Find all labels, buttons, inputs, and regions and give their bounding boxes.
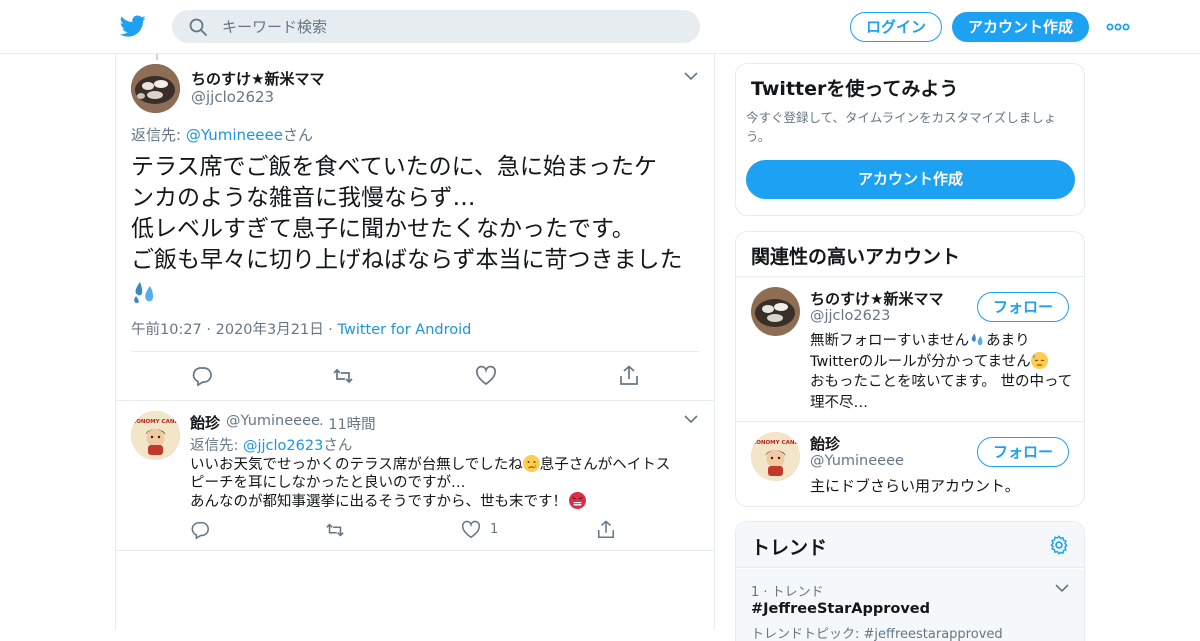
related-accounts-title: 関連性の高いアカウント [751,246,961,268]
divider [116,550,714,551]
reply-context: 返信先: @jjclo2623さん [190,434,352,455]
avatar[interactable] [131,64,180,113]
tweet-timestamp[interactable]: 午前10:27 · 2020年3月21日 · [131,322,338,338]
sweat-drops-emoji [131,276,711,307]
tweet-text: いいお天気でせっかくのテラス席が台無しでしたね 息子さんがヘイトス ピーチを耳にし… [190,455,710,511]
like-heart-icon[interactable] [475,365,497,387]
avatar-image [131,64,180,113]
trends-title: トレンド [751,537,828,559]
reply-context: 返信先: @Yumineeeeさん [131,124,313,145]
avatar[interactable]: ECONOMY CANDY [751,432,800,481]
avatar-image: ECONOMY CANDY [751,432,800,481]
signup-card: Twitterを使ってみよう 今すぐ登録して、タイムラインをカスタマイズしましょ… [735,63,1085,216]
author-handle[interactable]: @Yumineeee [226,413,320,429]
tweet-time[interactable]: · 11時間 [319,413,376,434]
reply-icon[interactable] [190,520,210,540]
timeline-column: ちのすけ★新米ママ @jjclo2623 返信先: @Yumineeeeさん テ… [115,54,715,630]
tweet-line: ご飯も早々に切り上げねばならず本当に苛つきました [131,247,683,273]
thread-connector [156,54,158,60]
trends-header: トレンド [736,522,1084,568]
like-count: 1 [490,522,499,537]
follow-button[interactable]: フォロー [977,292,1069,322]
divider [736,276,1084,277]
follow-button[interactable]: フォロー [977,437,1069,467]
account-bio: 無断フォローすいません あまり Twitterのルールが分かってません おもったこ… [810,331,1075,413]
reply-to-link[interactable]: @jjclo2623 [243,438,323,454]
search-bar [172,10,700,43]
trend-name[interactable]: #JeffreeStarApproved [751,601,930,617]
share-icon[interactable] [618,365,640,387]
tweet-line: ピーチを耳にしなかったと良いのですが… [190,475,466,491]
divider [131,351,699,352]
login-button[interactable]: ログイン [850,12,942,42]
tweet-source-link[interactable]: Twitter for Android [338,322,472,338]
avatar[interactable]: ECONOMY CANDY [131,411,180,460]
avatar-image: ECONOMY CANDY [131,411,180,460]
share-icon[interactable] [596,520,616,540]
tweet-line: テラス席でご飯を食べていたのに、急に始まったケ [131,154,658,180]
tweet-line: ンカのような雑音に我慢ならず… [131,185,476,211]
account-name[interactable]: 飴珍 [810,433,840,454]
reply-prefix: 返信先: [131,126,186,144]
account-name[interactable]: ちのすけ★新米ママ [810,288,943,309]
reply-prefix: 返信先: [190,438,243,454]
avatar-image [751,287,800,336]
tweet-line: いいお天気でせっかくのテラス席が台無しでしたね 息子さんがヘイトス [190,455,671,473]
reply-icon[interactable] [191,365,213,387]
chevron-down-icon[interactable] [684,414,698,424]
downcast-sweat-face-emoji [1030,351,1048,369]
account-handle[interactable]: @Yumineeee [810,453,904,469]
author-handle[interactable]: @jjclo2623 [191,88,274,106]
gear-icon[interactable] [1048,534,1070,556]
author-name[interactable]: ちのすけ★新米ママ [191,68,324,89]
avatar[interactable] [751,287,800,336]
trend-topic: トレンドトピック: #jeffreestarapproved [751,627,1003,641]
reply-to-link[interactable]: @Yumineeee [186,126,283,144]
tweet-meta: 午前10:27 · 2020年3月21日 · Twitter for Andro… [131,318,471,339]
related-accounts-card: 関連性の高いアカウント ちのすけ★新米ママ @jjclo2623 フォロー 無断… [735,231,1085,507]
reply-suffix: さん [323,438,353,454]
signup-button[interactable]: アカウント作成 [952,12,1089,42]
more-options-icon[interactable] [1106,18,1130,36]
bio-line: 無断フォローすいません あまり [810,333,1030,349]
search-icon [189,18,207,36]
chevron-down-icon[interactable] [684,71,698,81]
like-heart-icon[interactable] [461,520,481,540]
avatar-logo-text: ECONOMY CANDY [751,440,800,446]
twitter-bird-icon[interactable] [120,13,146,39]
bio-line: Twitterのルールが分かってません [810,351,1075,373]
bio-line: おもったことを呟いてます。 世の中って理不尽… [810,374,1073,411]
trends-card: トレンド 1 · トレンド #JeffreeStarApproved トレンドト… [735,521,1085,641]
angry-face-emoji [569,492,586,509]
tweet-line: 低レベルすぎて息子に聞かせたくなかったです。 [131,216,635,242]
trend-rank: 1 · トレンド [751,585,824,600]
chevron-down-icon[interactable] [1055,583,1069,593]
crying-face-emoji [522,455,540,472]
signup-card-button[interactable]: アカウント作成 [746,160,1075,199]
retweet-icon[interactable] [332,365,354,387]
signup-card-title: Twitterを使ってみよう [751,78,959,100]
account-handle[interactable]: @jjclo2623 [810,308,890,324]
divider [736,421,1084,422]
signup-card-subtitle: 今すぐ登録して、タイムラインをカスタマイズしましょう。 [746,110,1057,144]
sweat-drops-emoji [971,333,983,346]
author-name[interactable]: 飴珍 [190,412,220,433]
reply-suffix: さん [282,126,313,144]
trend-item[interactable]: 1 · トレンド #JeffreeStarApproved トレンドトピック: … [736,569,1084,641]
account-bio: 主にドブさらい用アカウント。 [810,477,1020,495]
tweet-line: あんなのが都知事選挙に出るそうですから、世も末です！ [190,492,710,511]
avatar-logo-text: ECONOMY CANDY [131,419,180,425]
tweet-text: テラス席でご飯を食べていたのに、急に始まったケ ンカのような雑音に我慢ならず… … [131,152,711,307]
search-input[interactable] [222,10,682,43]
divider [116,400,714,401]
retweet-icon[interactable] [325,520,345,540]
top-bar: ログイン アカウント作成 [0,0,1200,54]
